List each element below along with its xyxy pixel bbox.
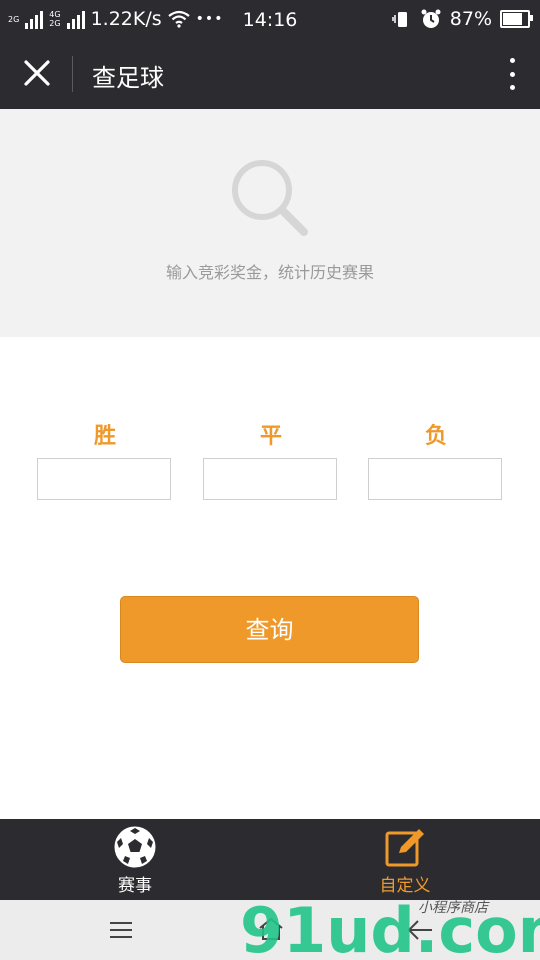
win-odds-input[interactable] — [37, 458, 171, 500]
watermark-tagline: 小程序商店 — [418, 900, 490, 916]
tab-custom[interactable]: 自定义 — [270, 819, 540, 900]
vibrate-icon — [392, 12, 407, 27]
win-label: 胜 — [93, 424, 116, 449]
more-menu-icon[interactable] — [508, 58, 516, 90]
tab-matches[interactable]: 赛事 — [0, 819, 270, 900]
soccer-ball-icon — [114, 826, 156, 868]
lose-column: 负 — [368, 418, 504, 500]
watermark-brand: 91ud.com — [240, 894, 540, 960]
draw-label: 平 — [259, 424, 282, 449]
watermark-logo: 91ud.com 小程序商店 — [240, 894, 540, 960]
status-bar: 2G 4G 2G 1.22K/s ••• 14:16 87% — [0, 0, 540, 38]
query-button[interactable]: 查询 — [120, 596, 419, 663]
search-icon — [232, 160, 308, 236]
alarm-icon — [421, 9, 441, 28]
nav-bar: 查足球 — [0, 38, 540, 109]
draw-column: 平 — [203, 418, 339, 500]
tab-matches-label: 赛事 — [118, 876, 152, 896]
status-right: 87% — [392, 8, 533, 30]
battery-icon — [500, 10, 533, 28]
lose-label: 负 — [424, 424, 447, 449]
draw-odds-input[interactable] — [203, 458, 337, 500]
lose-odds-input[interactable] — [368, 458, 502, 500]
page-title: 查足球 — [92, 64, 164, 92]
win-column: 胜 — [37, 418, 173, 500]
tab-bar: 赛事 自定义 — [0, 819, 540, 900]
search-hint-text: 输入竞彩奖金，统计历史赛果 — [165, 263, 374, 282]
nav-divider — [72, 56, 73, 92]
menu-icon[interactable] — [108, 920, 134, 940]
battery-percent: 87% — [449, 8, 492, 30]
edit-icon — [385, 829, 424, 867]
battery-level — [503, 13, 523, 25]
close-icon[interactable] — [20, 56, 54, 90]
